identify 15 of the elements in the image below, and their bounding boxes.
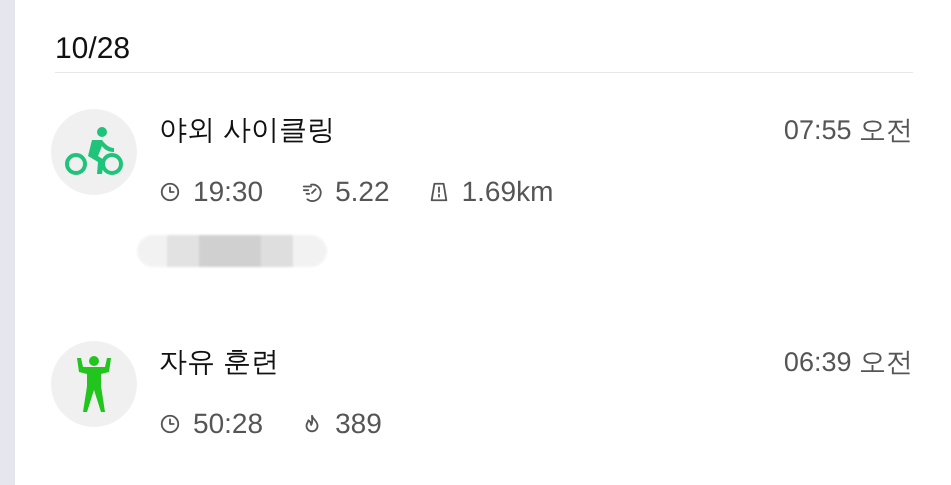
clock-icon	[159, 413, 181, 435]
activity-title: 자유 훈련	[159, 345, 279, 379]
metric-value: 5.22	[335, 175, 390, 209]
date-heading: 10/28	[55, 31, 132, 67]
metric-value: 19:30	[193, 175, 264, 209]
activity-item[interactable]: 자유 훈련 06:39 오전 50:28 389	[55, 305, 913, 445]
activity-time: 07:55 오전	[784, 114, 913, 147]
activity-item[interactable]: 야외 사이클링 07:55 오전 19:30 5.22 1.69km	[55, 73, 913, 305]
metric-value: 50:28	[193, 407, 264, 441]
clock-icon	[159, 181, 181, 203]
metric-value: 1.69km	[462, 175, 554, 209]
metric-value: 389	[335, 407, 382, 441]
activity-title: 야외 사이클링	[159, 113, 335, 147]
speedometer-icon	[301, 181, 324, 203]
activity-time: 06:39 오전	[784, 346, 913, 379]
